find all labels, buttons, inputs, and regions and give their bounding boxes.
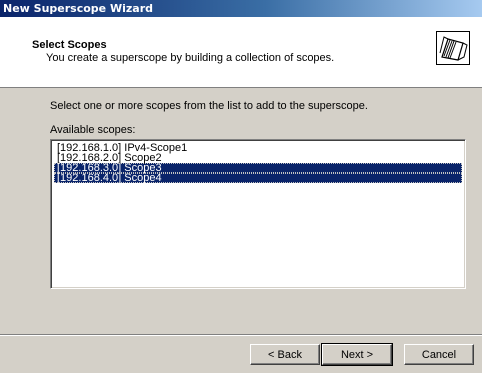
footer-divider-highlight xyxy=(0,335,482,336)
title-bar[interactable]: New Superscope Wizard xyxy=(0,0,482,17)
back-button[interactable]: < Back xyxy=(250,344,320,365)
scope-list-item-selected[interactable]: [192.168.4.0] Scope4 xyxy=(54,173,462,184)
wizard-header: Select Scopes You create a superscope by… xyxy=(0,17,482,88)
available-scopes-listbox[interactable]: [192.168.1.0] IPv4-Scope1 [192.168.2.0] … xyxy=(50,139,466,289)
available-scopes-label: Available scopes: xyxy=(50,124,136,136)
next-button[interactable]: Next > xyxy=(321,343,393,366)
instruction-text: Select one or more scopes from the list … xyxy=(50,100,368,112)
page-subtitle: You create a superscope by building a co… xyxy=(46,52,335,64)
folders-wizard-icon xyxy=(436,31,470,65)
page-title: Select Scopes xyxy=(32,39,107,51)
cancel-button[interactable]: Cancel xyxy=(404,344,474,365)
window-title: New Superscope Wizard xyxy=(3,2,153,15)
